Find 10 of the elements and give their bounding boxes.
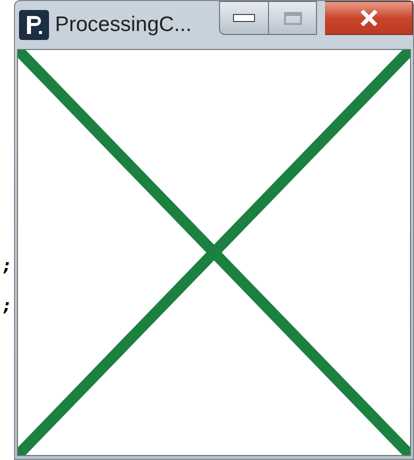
maximize-button[interactable]: [269, 1, 317, 35]
window-title: ProcessingC...: [55, 12, 192, 38]
code-punctuation: ;: [2, 296, 12, 316]
minimize-icon: [233, 14, 255, 22]
app-icon: [19, 10, 49, 40]
maximize-icon: [284, 12, 302, 24]
close-icon: [360, 10, 378, 26]
minimize-button[interactable]: [219, 1, 269, 35]
close-button[interactable]: [325, 1, 413, 35]
code-punctuation: ;: [2, 256, 12, 276]
